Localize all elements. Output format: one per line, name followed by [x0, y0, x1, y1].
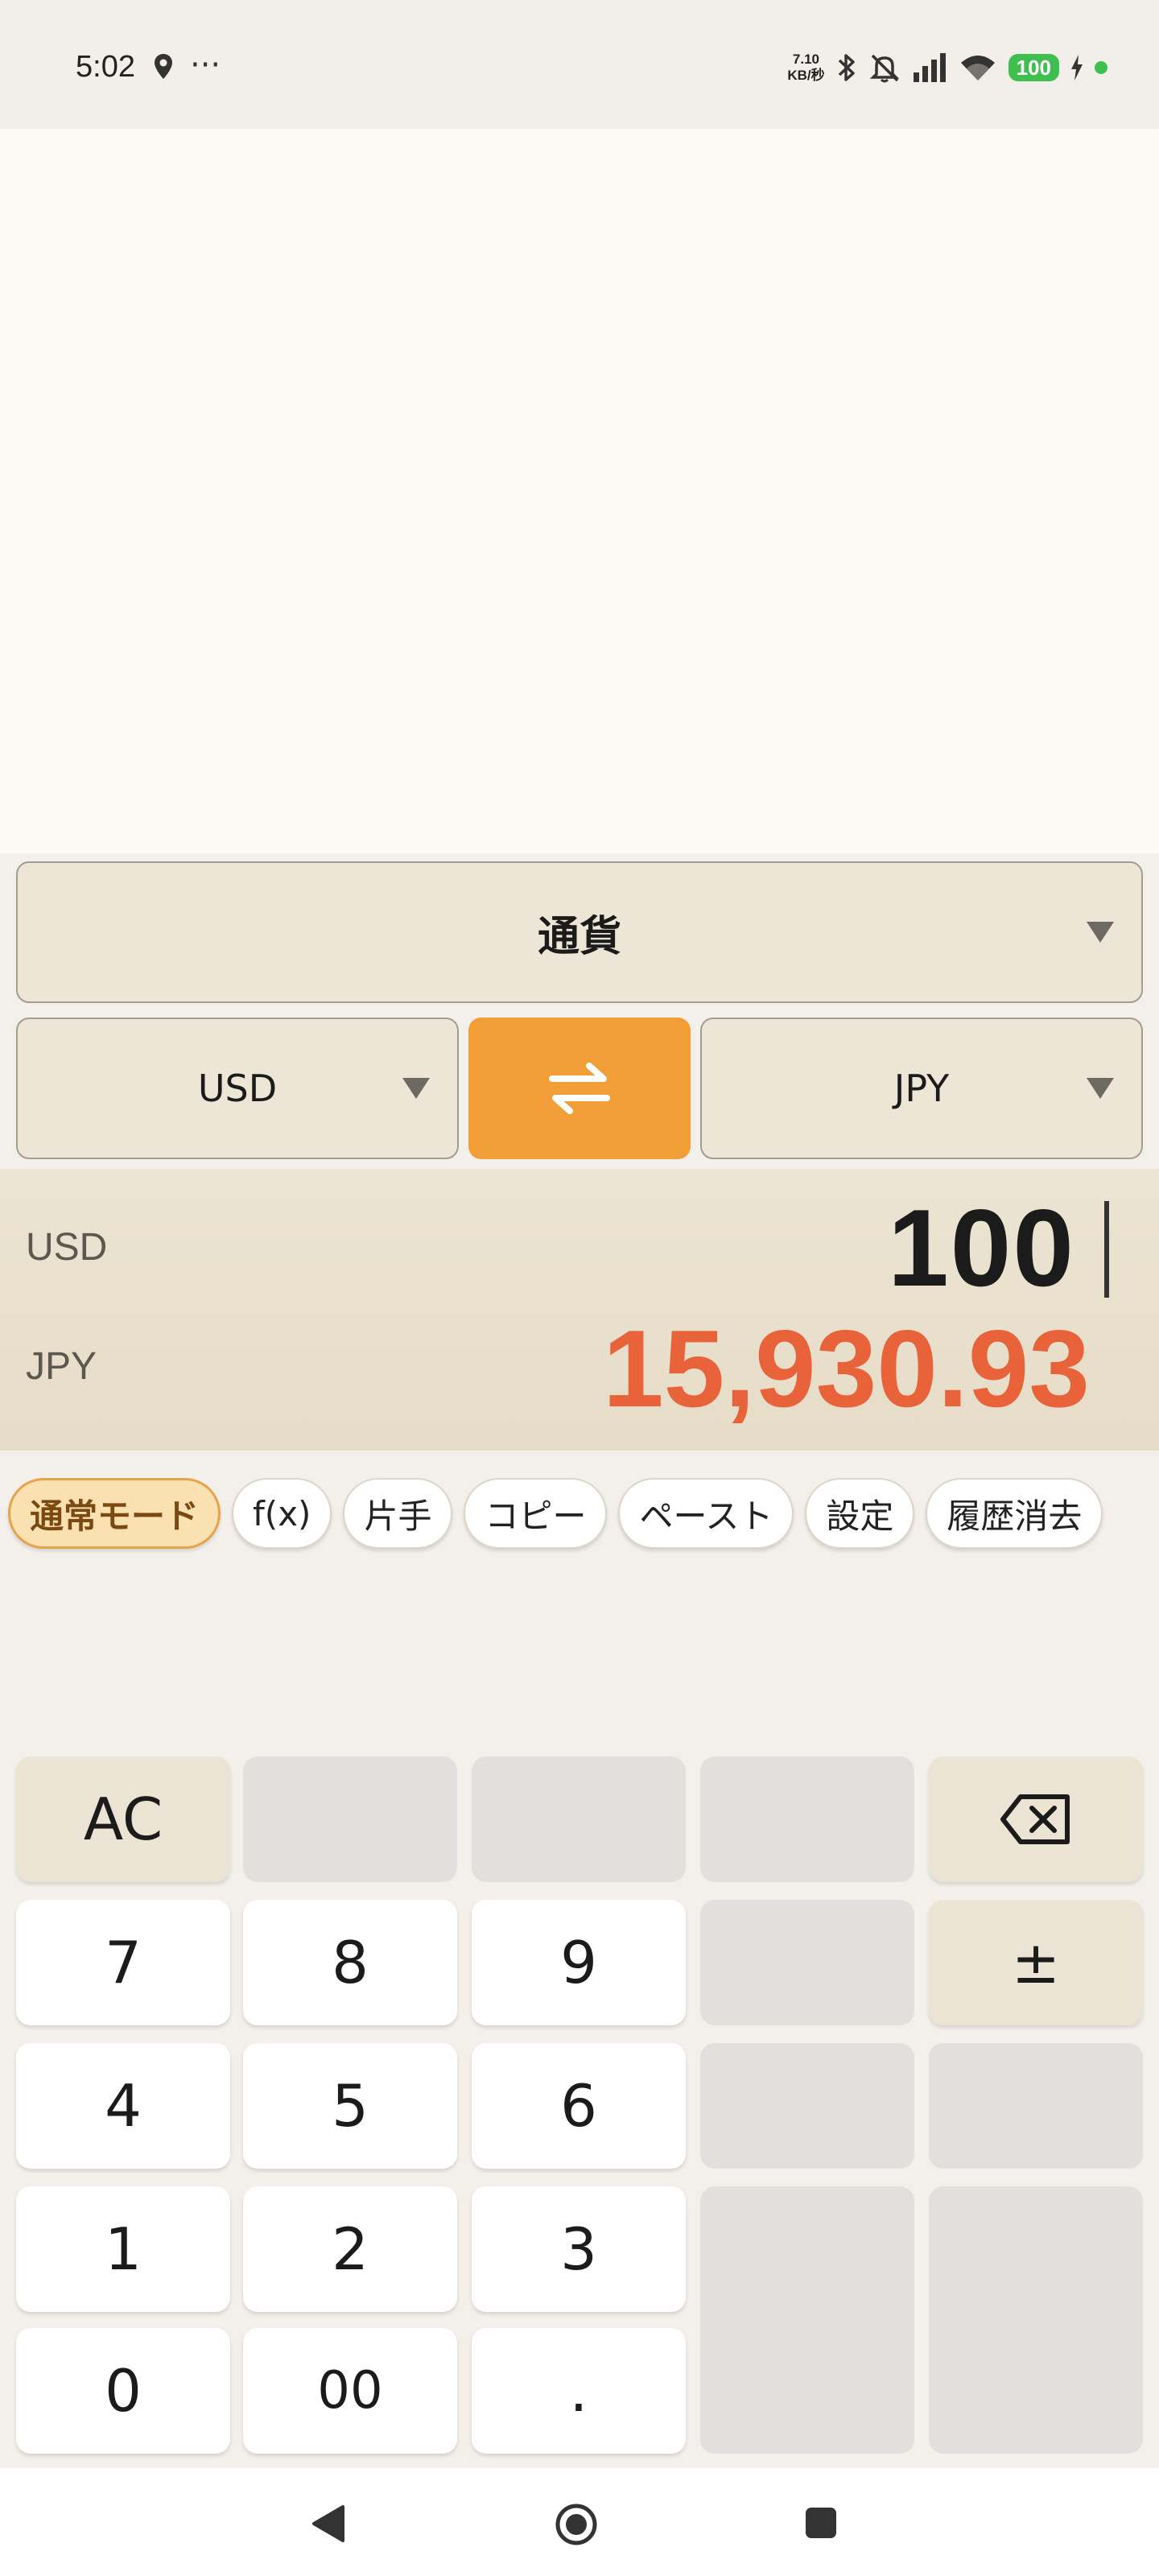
empty-key: [700, 2043, 914, 2169]
digit-2-key[interactable]: 2: [243, 2186, 457, 2312]
category-label: 通貨: [537, 912, 621, 961]
digit-7-key[interactable]: 7: [16, 1900, 230, 2025]
copy-chip[interactable]: コピー: [464, 1478, 608, 1549]
function-chip[interactable]: f(x): [232, 1478, 332, 1549]
bluetooth-icon: [836, 52, 857, 84]
plus-minus-key[interactable]: ±: [929, 1900, 1143, 2025]
normal-mode-chip[interactable]: 通常モード: [8, 1478, 221, 1549]
digit-3-key[interactable]: 3: [472, 2186, 686, 2312]
double-zero-label: 00: [317, 2361, 383, 2421]
from-display-label: USD: [26, 1226, 108, 1269]
backspace-icon: [1000, 1794, 1070, 1844]
digit-5-key[interactable]: 5: [243, 2043, 457, 2169]
location-icon: [153, 53, 174, 84]
back-icon[interactable]: [309, 2504, 346, 2544]
empty-key: [929, 2043, 1143, 2169]
recents-icon[interactable]: [803, 2505, 839, 2541]
digit-8-key[interactable]: 8: [243, 1900, 457, 2025]
to-currency-label: JPY: [893, 1067, 950, 1110]
paste-chip[interactable]: ペースト: [618, 1478, 794, 1549]
mute-icon: [868, 52, 901, 84]
swap-currency-button[interactable]: [468, 1018, 691, 1159]
to-display-label: JPY: [26, 1345, 97, 1388]
from-currency-dropdown[interactable]: USD: [16, 1018, 459, 1159]
more-status-icon: ···: [190, 47, 221, 84]
all-clear-key[interactable]: AC: [16, 1757, 230, 1882]
status-time: 5:02: [76, 50, 135, 84]
to-currency-dropdown[interactable]: JPY: [700, 1018, 1143, 1159]
empty-key: [472, 1757, 686, 1882]
empty-key: [700, 1900, 914, 2025]
digit-4-key[interactable]: 4: [16, 2043, 230, 2169]
digit-9-key[interactable]: 9: [472, 1900, 686, 2025]
double-zero-key[interactable]: 00: [243, 2328, 457, 2454]
keypad: AC 7 8 9 ± 4 5 6 1 2 3 0 00 .: [0, 1757, 1159, 2465]
result-value: 15,930.93: [602, 1307, 1090, 1430]
navigation-bar: [0, 2468, 1159, 2576]
empty-key: [243, 1757, 457, 1882]
settings-chip[interactable]: 設定: [805, 1478, 915, 1549]
digit-1-key[interactable]: 1: [16, 2186, 230, 2312]
digit-0-key[interactable]: 0: [16, 2328, 230, 2454]
battery-indicator: 100: [1008, 54, 1059, 81]
charging-icon: [1070, 55, 1083, 80]
one-hand-chip[interactable]: 片手: [343, 1478, 453, 1549]
decimal-point-key[interactable]: .: [472, 2328, 686, 2454]
indicator-dot: [1095, 61, 1107, 74]
dropdown-arrow-icon: [1087, 1078, 1114, 1099]
signal-icon: [912, 52, 947, 84]
digit-6-key[interactable]: 6: [472, 2043, 686, 2169]
home-icon[interactable]: [554, 2502, 599, 2547]
status-bar: 5:02 ··· 7.10 KB/秒 100: [0, 0, 1159, 129]
input-value[interactable]: 100: [888, 1185, 1075, 1311]
empty-key: [700, 1757, 914, 1882]
text-cursor: [1104, 1201, 1109, 1298]
dropdown-arrow-icon: [1087, 922, 1114, 943]
mode-chip-bar: 通常モード f(x) 片手 コピー ペースト 設定 履歴消去: [8, 1478, 1103, 1549]
net-speed-value: 7.10: [792, 52, 820, 67]
history-area[interactable]: [0, 129, 1159, 853]
category-dropdown[interactable]: 通貨: [16, 861, 1143, 1003]
wifi-icon: [959, 52, 997, 84]
swap-arrows-icon: [549, 1063, 610, 1114]
net-speed-unit: KB/秒: [787, 68, 825, 83]
conversion-display: USD 100 JPY 15,930.93: [0, 1169, 1159, 1451]
from-currency-label: USD: [197, 1067, 278, 1110]
backspace-key[interactable]: [929, 1757, 1143, 1882]
empty-tall-key: [700, 2186, 914, 2454]
dropdown-arrow-icon: [402, 1078, 430, 1099]
empty-tall-key: [929, 2186, 1143, 2454]
network-speed: 7.10 KB/秒: [787, 52, 824, 84]
clear-history-chip[interactable]: 履歴消去: [926, 1478, 1103, 1549]
